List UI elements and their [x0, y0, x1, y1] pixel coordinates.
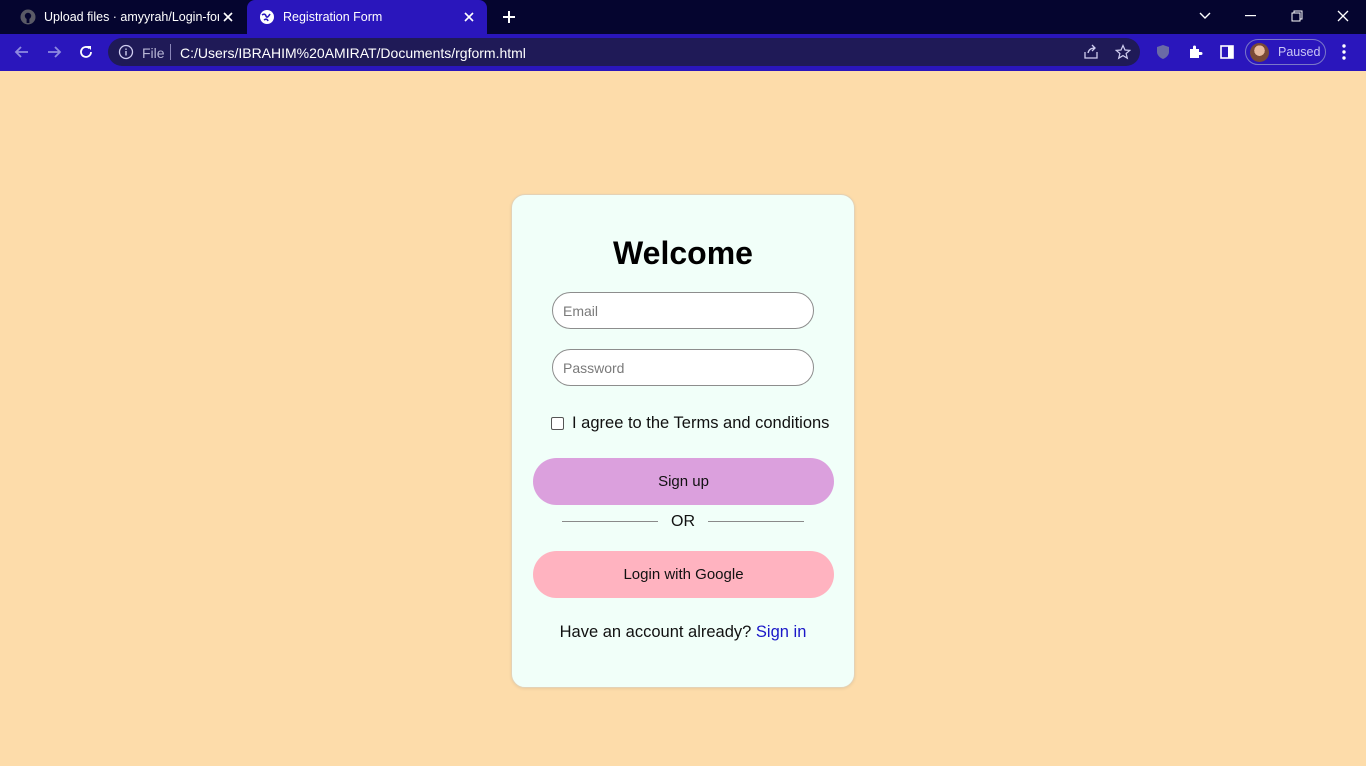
shield-extension-icon[interactable]	[1153, 42, 1173, 62]
close-icon[interactable]	[461, 9, 477, 25]
avatar	[1250, 43, 1269, 62]
login-with-google-button[interactable]: Login with Google	[533, 551, 834, 598]
sign-in-link[interactable]: Sign in	[756, 623, 806, 641]
url-scheme-label: File	[142, 45, 165, 61]
terms-row: I agree to the Terms and conditions	[551, 414, 829, 433]
divider-line	[708, 521, 804, 522]
tab-registration-form[interactable]: Registration Form	[247, 0, 487, 34]
info-icon[interactable]	[118, 44, 134, 60]
restore-icon[interactable]	[1287, 6, 1307, 26]
signin-row: Have an account already? Sign in	[512, 623, 854, 642]
or-divider: OR	[562, 512, 804, 532]
tab-search-icon[interactable]	[1195, 6, 1215, 26]
minimize-icon[interactable]	[1241, 6, 1261, 26]
close-window-icon[interactable]	[1333, 6, 1353, 26]
profile-button[interactable]: Paused	[1245, 39, 1326, 65]
terms-label: I agree to the Terms and conditions	[572, 414, 830, 432]
tab-upload-files[interactable]: Upload files · amyyrah/Login-form	[8, 0, 246, 34]
browser-toolbar: File C:/Users/IBRAHIM%20AMIRAT/Documents…	[0, 34, 1366, 70]
tab-strip: Upload files · amyyrah/Login-form Regist…	[0, 0, 1366, 34]
sign-up-button[interactable]: Sign up	[533, 458, 834, 505]
reload-icon[interactable]	[76, 42, 96, 62]
globe-icon	[259, 9, 275, 25]
page-title: Welcome	[613, 235, 753, 271]
close-icon[interactable]	[220, 9, 236, 25]
password-field[interactable]	[552, 349, 814, 386]
profile-status: Paused	[1278, 45, 1321, 59]
bookmark-star-icon[interactable]	[1114, 44, 1132, 60]
signin-prompt: Have an account already?	[559, 623, 756, 641]
side-panel-icon[interactable]	[1217, 42, 1237, 62]
new-tab-icon[interactable]	[500, 8, 518, 26]
share-icon[interactable]	[1083, 44, 1099, 60]
forward-arrow-icon[interactable]	[44, 42, 64, 62]
tab-title: Registration Form	[283, 10, 383, 24]
url-text[interactable]: C:/Users/IBRAHIM%20AMIRAT/Documents/rgfo…	[180, 45, 526, 61]
extensions-puzzle-icon[interactable]	[1185, 42, 1205, 62]
registration-card: Welcome I agree to the Terms and conditi…	[511, 194, 855, 688]
tab-title: Upload files · amyyrah/Login-form	[44, 10, 219, 24]
github-icon	[20, 9, 36, 25]
address-bar[interactable]: File C:/Users/IBRAHIM%20AMIRAT/Documents…	[108, 38, 1140, 66]
or-label: OR	[671, 513, 695, 530]
divider	[170, 44, 171, 60]
menu-kebab-icon[interactable]	[1334, 42, 1354, 62]
toolbar-divider	[0, 68, 1366, 71]
terms-checkbox[interactable]	[551, 417, 564, 430]
email-field[interactable]	[552, 292, 814, 329]
back-arrow-icon[interactable]	[12, 42, 32, 62]
